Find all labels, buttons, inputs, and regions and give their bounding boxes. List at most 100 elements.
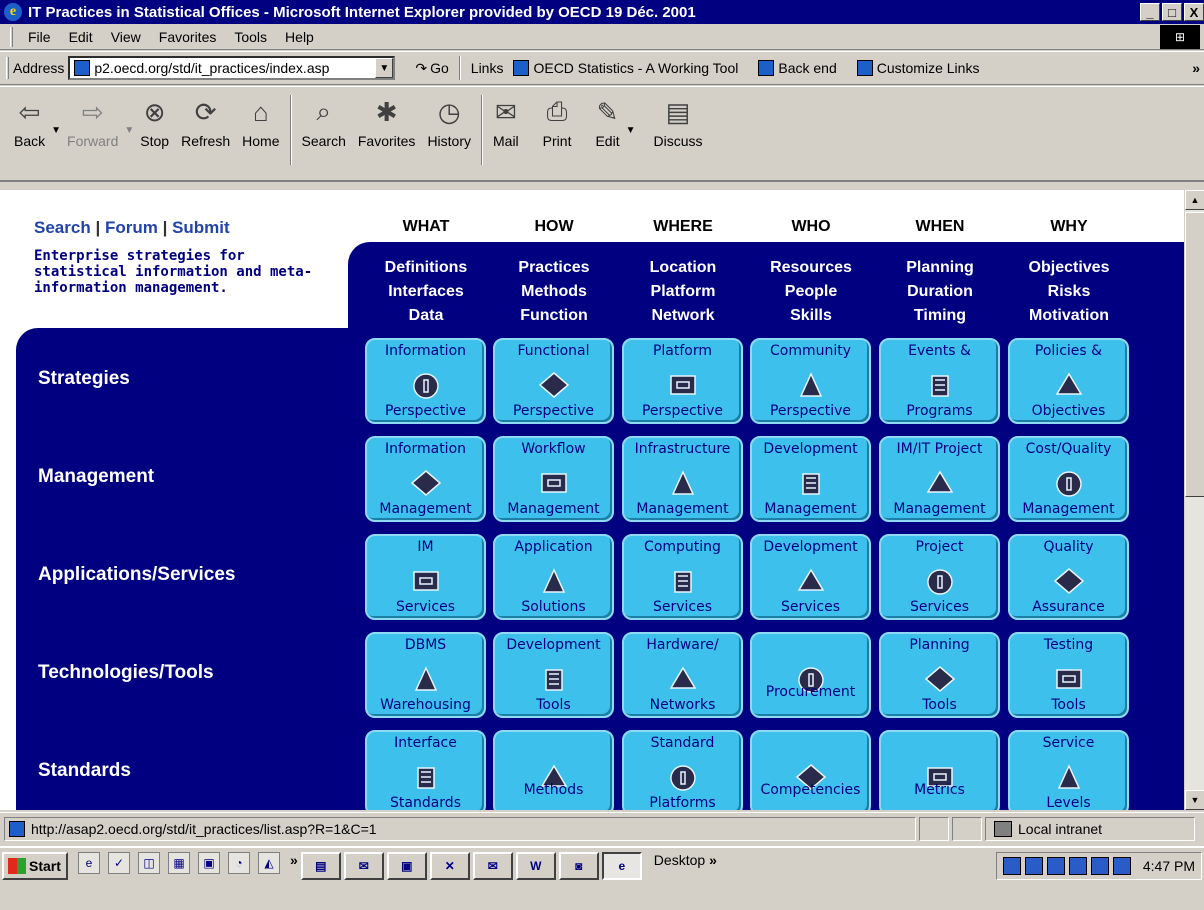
discuss-button[interactable]: ▤ Discuss bbox=[654, 95, 703, 150]
tile-standard-platforms[interactable]: Standard Platforms bbox=[622, 730, 743, 810]
maximize-button[interactable]: □ bbox=[1162, 3, 1182, 21]
taskbar-button[interactable]: ▤ bbox=[300, 852, 341, 880]
favorites-button[interactable]: ✱ Favorites bbox=[358, 95, 416, 150]
tile-testing-tools[interactable]: Testing Tools bbox=[1008, 632, 1129, 718]
tile-competencies[interactable]: Competencies bbox=[750, 730, 871, 810]
tray-icon[interactable] bbox=[1068, 857, 1087, 875]
vertical-scrollbar[interactable]: ▲ ▼ bbox=[1184, 190, 1204, 810]
links-label[interactable]: Links bbox=[471, 60, 504, 76]
scroll-down-button[interactable]: ▼ bbox=[1185, 790, 1204, 810]
tray-icon[interactable] bbox=[1024, 857, 1043, 875]
tile-information-perspective[interactable]: Information Perspective bbox=[365, 338, 486, 424]
taskbar-button[interactable]: ✕ bbox=[429, 852, 470, 880]
taskbar-button-ie-active[interactable]: e bbox=[601, 852, 642, 880]
app-quicklaunch-icon[interactable]: ▣ bbox=[198, 852, 220, 874]
link-oecd-statistics[interactable]: OECD Statistics - A Working Tool bbox=[513, 60, 738, 76]
link-back-end[interactable]: Back end bbox=[758, 60, 837, 76]
app-quicklaunch-icon[interactable]: ◔ bbox=[228, 852, 250, 874]
taskbar-button[interactable]: W bbox=[515, 852, 556, 880]
menu-help[interactable]: Help bbox=[276, 29, 323, 45]
menu-file[interactable]: File bbox=[19, 29, 60, 45]
address-dropdown-button[interactable]: ▼ bbox=[375, 58, 394, 78]
menu-favorites[interactable]: Favorites bbox=[150, 29, 226, 45]
menu-grip[interactable] bbox=[10, 26, 13, 47]
taskbar-button[interactable]: ▣ bbox=[386, 852, 427, 880]
tile-service-levels[interactable]: Service Levels bbox=[1008, 730, 1129, 810]
tile-methods[interactable]: Methods bbox=[493, 730, 614, 810]
menu-edit[interactable]: Edit bbox=[60, 29, 102, 45]
tile-workflow-management[interactable]: Workflow Management bbox=[493, 436, 614, 522]
stop-button[interactable]: ⊗ Stop bbox=[140, 95, 169, 150]
menu-tools[interactable]: Tools bbox=[225, 29, 276, 45]
submit-link[interactable]: Submit bbox=[172, 218, 230, 237]
close-button[interactable]: X bbox=[1184, 3, 1204, 21]
tile-bottom-label: Perspective bbox=[769, 403, 852, 419]
tile-development-tools[interactable]: Development Tools bbox=[493, 632, 614, 718]
tile-application-solutions[interactable]: Application Solutions bbox=[493, 534, 614, 620]
volume-icon[interactable] bbox=[1046, 857, 1065, 875]
tile-information-management[interactable]: Information Management bbox=[365, 436, 486, 522]
tile-project-services[interactable]: Project Services bbox=[879, 534, 1000, 620]
refresh-button[interactable]: ⟳ Refresh bbox=[181, 95, 230, 150]
tile-planning-tools[interactable]: Planning Tools bbox=[879, 632, 1000, 718]
minimize-button[interactable]: _ bbox=[1140, 3, 1160, 21]
menu-view[interactable]: View bbox=[102, 29, 150, 45]
app-quicklaunch-icon[interactable]: ◭ bbox=[258, 852, 280, 874]
tile-bottom-label: Services bbox=[652, 599, 713, 615]
tile-im-services[interactable]: IM Services bbox=[365, 534, 486, 620]
desktop-toolbar[interactable]: Desktop » bbox=[654, 852, 717, 868]
home-button[interactable]: ⌂ Home bbox=[242, 95, 279, 150]
ie-quicklaunch-icon[interactable]: e bbox=[78, 852, 100, 874]
back-dropdown-icon[interactable]: ▼ bbox=[51, 125, 61, 136]
app-quicklaunch-icon[interactable]: ▦ bbox=[168, 852, 190, 874]
tile-functional-perspective[interactable]: Functional Perspective bbox=[493, 338, 614, 424]
forward-button[interactable]: ⇨ Forward bbox=[67, 95, 118, 150]
tile-interface-standards[interactable]: Interface Standards bbox=[365, 730, 486, 810]
tile-community-perspective[interactable]: Community Perspective bbox=[750, 338, 871, 424]
search-button[interactable]: ⌕ Search bbox=[302, 95, 346, 149]
tile-development-services[interactable]: Development Services bbox=[750, 534, 871, 620]
tray-icon[interactable] bbox=[1002, 857, 1021, 875]
scroll-up-button[interactable]: ▲ bbox=[1185, 190, 1204, 210]
taskbar-button[interactable]: ◙ bbox=[558, 852, 599, 880]
forward-dropdown-icon[interactable]: ▼ bbox=[124, 125, 134, 136]
edit-button[interactable]: ✎ Edit bbox=[595, 95, 619, 150]
address-field[interactable]: p2.oecd.org/std/it_practices/index.asp ▼ bbox=[68, 56, 396, 80]
address-input[interactable]: p2.oecd.org/std/it_practices/index.asp bbox=[94, 60, 375, 76]
taskbar-button[interactable]: ✉ bbox=[472, 852, 513, 880]
scroll-thumb[interactable] bbox=[1185, 212, 1204, 497]
tile-im-it-project-management[interactable]: IM/IT Project Management bbox=[879, 436, 1000, 522]
back-button[interactable]: ⇦ Back bbox=[14, 95, 45, 150]
tile-cost-quality-management[interactable]: Cost/Quality Management bbox=[1008, 436, 1129, 522]
history-button[interactable]: ◷ History bbox=[427, 95, 471, 150]
tile-policies-objectives[interactable]: Policies & Objectives bbox=[1008, 338, 1129, 424]
tile-dbms-warehousing[interactable]: DBMS Warehousing bbox=[365, 632, 486, 718]
search-link[interactable]: Search bbox=[34, 218, 91, 237]
links-overflow-button[interactable]: » bbox=[1192, 60, 1200, 76]
tile-quality-assurance[interactable]: Quality Assurance bbox=[1008, 534, 1129, 620]
desktop-overflow[interactable]: » bbox=[709, 852, 717, 868]
tile-infrastructure-management[interactable]: Infrastructure Management bbox=[622, 436, 743, 522]
back-arrow-icon: ⇦ bbox=[18, 96, 41, 127]
app-quicklaunch-icon[interactable]: ◫ bbox=[138, 852, 160, 874]
tile-events-programs[interactable]: Events & Programs bbox=[879, 338, 1000, 424]
tile-platform-perspective[interactable]: Platform Perspective bbox=[622, 338, 743, 424]
tile-hardware-networks[interactable]: Hardware/Networks bbox=[622, 632, 743, 718]
mail-button[interactable]: ✉ Mail bbox=[493, 95, 519, 150]
edit-dropdown-icon[interactable]: ▼ bbox=[626, 125, 636, 136]
link-customize-links[interactable]: Customize Links bbox=[856, 60, 979, 76]
start-button[interactable]: Start bbox=[2, 852, 68, 880]
tile-procurement[interactable]: Procurement bbox=[750, 632, 871, 718]
tile-computing-services[interactable]: Computing Services bbox=[622, 534, 743, 620]
language-icon[interactable] bbox=[1090, 857, 1109, 875]
address-grip[interactable] bbox=[6, 57, 9, 79]
quicklaunch-overflow[interactable]: » bbox=[290, 852, 298, 868]
tray-icon[interactable] bbox=[1112, 857, 1131, 875]
outlook-quicklaunch-icon[interactable]: ✓ bbox=[108, 852, 130, 874]
taskbar-button[interactable]: ✉ bbox=[343, 852, 384, 880]
forum-link[interactable]: Forum bbox=[105, 218, 158, 237]
tile-metrics[interactable]: Metrics bbox=[879, 730, 1000, 810]
tile-development-management[interactable]: Development Management bbox=[750, 436, 871, 522]
go-button[interactable]: ↷ Go bbox=[415, 60, 448, 77]
print-button[interactable]: ⎙ Print bbox=[543, 95, 572, 149]
